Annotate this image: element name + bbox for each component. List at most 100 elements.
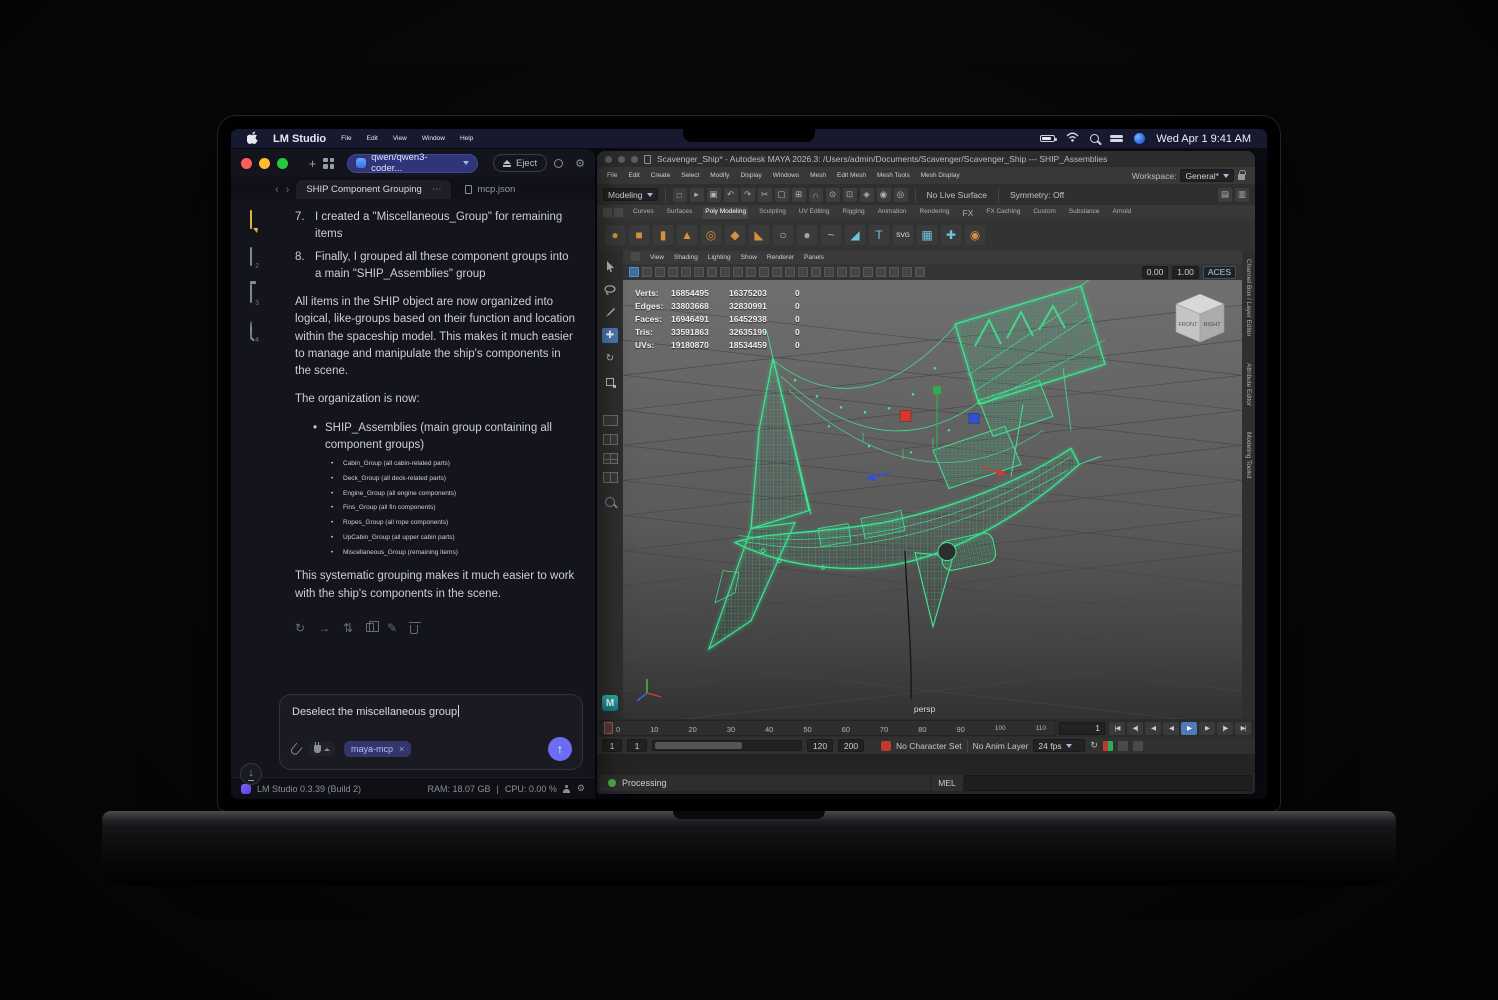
playback-end-field[interactable]: 120 — [807, 739, 833, 752]
nav-back-icon[interactable]: ‹ — [275, 184, 282, 199]
sidebar-item-developer[interactable]: 2 — [250, 248, 252, 266]
timeline-tick-1[interactable]: 10 — [650, 725, 658, 734]
snap-grid-icon[interactable]: ⊞ — [792, 188, 806, 202]
anim-layer-selector[interactable]: No Anim Layer — [973, 741, 1029, 751]
eject-model-button[interactable]: Eject — [493, 154, 547, 172]
safe-action-icon[interactable] — [811, 267, 821, 277]
tab-options-icon[interactable]: ⋯ — [432, 184, 442, 195]
command-language-selector[interactable]: MEL — [932, 775, 962, 791]
panel-menu-3[interactable]: Show — [741, 254, 757, 261]
layout-four-pane-icon[interactable] — [603, 453, 618, 464]
chat-transcript[interactable]: 7. I created a "Miscellaneous_Group" for… — [271, 199, 585, 704]
select-camera-icon[interactable] — [642, 267, 652, 277]
lasso-tool-icon[interactable] — [602, 282, 618, 297]
copy-icon[interactable]: ▢ — [775, 188, 789, 202]
apple-menu-icon[interactable] — [247, 131, 258, 147]
maya-menu-0[interactable]: File — [607, 172, 617, 179]
tab-ship-component-grouping[interactable]: SHIP Component Grouping ⋯ — [296, 180, 451, 199]
panel-menu-0[interactable]: View — [650, 254, 664, 261]
shelf-tab-7[interactable]: Rendering — [918, 207, 952, 219]
view-cube[interactable]: FRONT RIGHT — [1168, 288, 1232, 352]
paint-tool-icon[interactable] — [602, 305, 618, 320]
shelf-menu-icon[interactable] — [603, 208, 612, 217]
shelf-tab-2[interactable]: Poly Modeling — [703, 207, 748, 219]
gate-mask-icon[interactable] — [785, 267, 795, 277]
shelf-tab-6[interactable]: Animation — [876, 207, 909, 219]
curves-icon[interactable]: ~ — [821, 225, 841, 245]
remesh-icon[interactable]: ◉ — [965, 225, 985, 245]
shelf-tab-11[interactable]: Substance — [1067, 207, 1102, 219]
lights-icon[interactable] — [876, 267, 886, 277]
shelf-tab-0[interactable]: Curves — [631, 207, 656, 219]
user-icon[interactable] — [563, 785, 571, 793]
move-tool-icon[interactable]: ✚ — [602, 328, 618, 343]
new-chat-button[interactable]: + — [309, 156, 317, 171]
nurbs-sphere-icon[interactable]: ○ — [773, 225, 793, 245]
poly-cube-icon[interactable]: ■ — [629, 225, 649, 245]
settings-gear-icon[interactable]: ⚙ — [577, 783, 585, 794]
theme-icon[interactable] — [554, 159, 563, 168]
grid-toggle-icon[interactable] — [746, 267, 756, 277]
control-center-icon[interactable] — [1110, 134, 1123, 143]
timeline-tick-11[interactable]: 110 — [1036, 725, 1046, 734]
step-forward-key-button[interactable]: |▶ — [1217, 722, 1233, 735]
timeline-tick-9[interactable]: 90 — [957, 725, 965, 734]
continue-icon[interactable]: → — [318, 619, 330, 637]
sidebar-item-my-models[interactable]: 3 — [250, 285, 252, 303]
shelf-tab-4[interactable]: UV Editing — [797, 207, 832, 219]
chip-close-icon[interactable]: × — [399, 744, 404, 754]
workspace-selector[interactable]: General* — [1180, 169, 1234, 182]
bevel-icon[interactable]: ◢ — [845, 225, 865, 245]
go-to-end-button[interactable]: ▶| — [1235, 722, 1251, 735]
undo-icon[interactable]: ↶ — [724, 188, 738, 202]
anim-end-field[interactable]: 200 — [838, 739, 864, 752]
new-scene-icon[interactable]: □ — [673, 188, 687, 202]
sidebar-item-chat[interactable] — [250, 211, 252, 229]
panel-grip-icon[interactable] — [631, 252, 640, 261]
fps-selector[interactable]: 24 fps — [1033, 739, 1085, 752]
maya-menu-5[interactable]: Display — [740, 172, 761, 179]
ipr-render-icon[interactable]: ◎ — [894, 188, 908, 202]
select-tool-icon[interactable] — [602, 259, 618, 274]
symmetry-button[interactable]: Symmetry: Off — [1006, 190, 1068, 200]
safe-title-icon[interactable] — [824, 267, 834, 277]
cut-icon[interactable]: ✂ — [758, 188, 772, 202]
sidebar-toggle-icon[interactable]: ▤ — [1218, 188, 1232, 202]
anim-start-field[interactable]: 1 — [602, 739, 622, 752]
step-forward-frame-button[interactable]: ▶ — [1199, 722, 1215, 735]
shelf-tab-1[interactable]: Surfaces — [665, 207, 695, 219]
open-scene-icon[interactable]: ▸ — [690, 188, 704, 202]
play-backward-button[interactable]: ◀ — [1163, 722, 1179, 735]
menubar-clock[interactable]: Wed Apr 1 9:41 AM — [1156, 133, 1251, 145]
image-plane-icon[interactable] — [694, 267, 704, 277]
snap-curve-icon[interactable]: ∩ — [809, 188, 823, 202]
timeline-tick-8[interactable]: 80 — [918, 725, 926, 734]
zoom-tool-icon[interactable] — [605, 497, 615, 507]
dock-tab-2[interactable]: Modeling Toolkit — [1245, 432, 1252, 479]
chat-input-field[interactable]: Deselect the miscellaneous group — [292, 705, 572, 718]
snap-active-icon[interactable] — [629, 267, 639, 277]
dock-tab-1[interactable]: Attribute Editor — [1245, 363, 1252, 406]
go-to-start-button[interactable]: |◀ — [1109, 722, 1125, 735]
settings-wrench-icon[interactable]: ⚙ — [575, 157, 585, 170]
poly-cylinder-icon[interactable]: ▮ — [653, 225, 673, 245]
textured-icon[interactable] — [863, 267, 873, 277]
sidebar-item-discover[interactable]: 4 — [250, 322, 252, 340]
edit-icon[interactable]: ✎ — [387, 619, 397, 637]
menubar-item-2[interactable]: View — [393, 135, 407, 142]
tab-mcp-json[interactable]: mcp.json — [455, 180, 525, 199]
timeline-tick-5[interactable]: 50 — [803, 725, 811, 734]
zoom-button[interactable] — [277, 158, 288, 169]
no-live-surface-button[interactable]: No Live Surface — [923, 190, 991, 200]
scroll-to-bottom-button[interactable]: ↓ — [240, 763, 262, 785]
save-scene-icon[interactable]: ▣ — [707, 188, 721, 202]
branch-icon[interactable]: ⇅ — [343, 619, 353, 637]
regenerate-icon[interactable]: ↻ — [295, 619, 305, 637]
view-transform-chip[interactable]: ACES — [1203, 266, 1236, 279]
panel-menu-4[interactable]: Renderer — [767, 254, 794, 261]
scale-tool-icon[interactable] — [602, 374, 618, 389]
render-icon[interactable]: ◉ — [877, 188, 891, 202]
mcp-chip[interactable]: maya-mcp × — [344, 741, 411, 757]
panel-menu-1[interactable]: Shading — [674, 254, 698, 261]
playback-loop-icon[interactable]: ↻ — [1090, 740, 1098, 751]
